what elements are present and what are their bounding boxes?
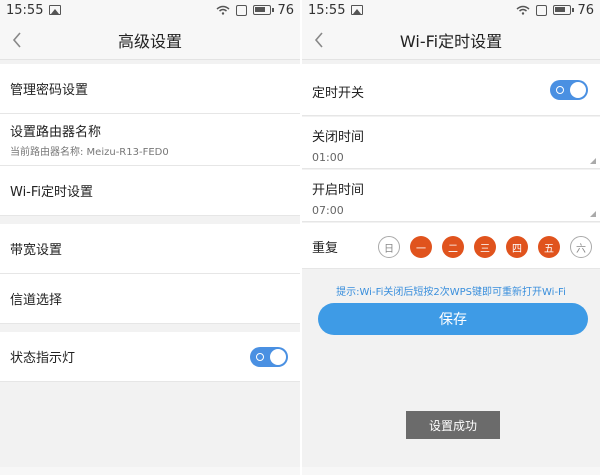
current-router-name: 当前路由器名称: Meizu-R13-FED0 xyxy=(10,147,169,158)
toggle-ring-icon xyxy=(256,353,264,361)
wifi-icon xyxy=(216,5,230,15)
save-button[interactable]: 保存 xyxy=(318,303,588,335)
image-notification-icon xyxy=(49,5,62,15)
status-bar: 15:55 76 xyxy=(0,0,300,20)
success-toast: 设置成功 xyxy=(406,411,500,439)
day-tuesday[interactable]: 二 xyxy=(442,236,464,258)
title-bar: 高级设置 xyxy=(0,20,300,60)
timer-switch-label: 定时开关 xyxy=(312,86,365,101)
battery-level: 76 xyxy=(277,2,294,18)
list-item-label: Wi-Fi定时设置 xyxy=(10,185,94,200)
open-time-label: 开启时间 xyxy=(312,183,365,198)
list-item-label: 设置路由器名称 xyxy=(10,125,102,140)
status-bar: 15:55 76 xyxy=(302,0,600,20)
list-item-label: 管理密码设置 xyxy=(10,83,89,98)
dropdown-corner-icon xyxy=(590,158,596,164)
section-gap xyxy=(0,216,300,224)
list-item-label: 信道选择 xyxy=(10,293,63,308)
list-item-label: 状态指示灯 xyxy=(10,351,76,366)
advanced-settings-screen: 15:55 76 高级设置 管理密码设置 设置路由器名称 当前路由器名称: Me… xyxy=(0,0,300,475)
battery-icon xyxy=(253,5,275,15)
day-wednesday[interactable]: 三 xyxy=(474,236,496,258)
toggle-knob xyxy=(570,82,586,98)
dropdown-corner-icon xyxy=(590,211,596,217)
notification-square-icon xyxy=(236,4,248,16)
close-time-row[interactable]: 关闭时间 01:00 xyxy=(302,117,600,169)
day-monday[interactable]: 一 xyxy=(410,236,432,258)
page-title: 高级设置 xyxy=(117,31,182,51)
image-notification-icon xyxy=(351,5,364,15)
bottom-bar xyxy=(302,467,600,475)
list-item-router-name[interactable]: 设置路由器名称 当前路由器名称: Meizu-R13-FED0 xyxy=(0,114,300,166)
wifi-icon xyxy=(516,5,530,15)
status-time: 15:55 xyxy=(6,2,44,18)
close-time-label: 关闭时间 xyxy=(312,130,365,145)
list-item-channel[interactable]: 信道选择 xyxy=(0,274,300,324)
notification-square-icon xyxy=(536,4,548,16)
toggle-ring-icon xyxy=(556,86,564,94)
list-item-label: 带宽设置 xyxy=(10,243,63,258)
open-time-value: 07:00 xyxy=(312,204,344,217)
list-item-wifi-timer[interactable]: Wi-Fi定时设置 xyxy=(0,166,300,216)
day-thursday[interactable]: 四 xyxy=(506,236,528,258)
section-gap xyxy=(0,324,300,332)
back-icon[interactable] xyxy=(12,28,32,52)
status-light-toggle[interactable] xyxy=(250,347,288,367)
list-item-bandwidth[interactable]: 带宽设置 xyxy=(0,224,300,274)
list-item-admin-password[interactable]: 管理密码设置 xyxy=(0,64,300,114)
page-title: Wi-Fi定时设置 xyxy=(399,31,503,51)
bottom-bar xyxy=(0,467,300,475)
battery-icon xyxy=(553,5,575,15)
repeat-row: 重复 日 一 二 三 四 五 六 xyxy=(302,223,600,269)
close-time-value: 01:00 xyxy=(312,151,344,164)
day-sunday[interactable]: 日 xyxy=(378,236,400,258)
status-time: 15:55 xyxy=(308,2,346,18)
open-time-row[interactable]: 开启时间 07:00 xyxy=(302,170,600,222)
list-item-status-light: 状态指示灯 xyxy=(0,332,300,382)
back-icon[interactable] xyxy=(314,28,334,52)
timer-switch-toggle[interactable] xyxy=(550,80,588,100)
timer-switch-row: 定时开关 xyxy=(302,64,600,116)
day-friday[interactable]: 五 xyxy=(538,236,560,258)
title-bar: Wi-Fi定时设置 xyxy=(302,20,600,60)
wifi-timer-screen: 15:55 76 Wi-Fi定时设置 定时开关 关闭时间 01:00 开启时间 … xyxy=(302,0,600,475)
battery-level: 76 xyxy=(577,2,594,18)
toggle-knob xyxy=(270,349,286,365)
day-saturday[interactable]: 六 xyxy=(570,236,592,258)
settings-list: 管理密码设置 设置路由器名称 当前路由器名称: Meizu-R13-FED0 W… xyxy=(0,64,300,382)
repeat-days: 日 一 二 三 四 五 六 xyxy=(378,236,592,258)
wps-hint: 提示:Wi-Fi关闭后短按2次WPS键即可重新打开Wi-Fi xyxy=(336,287,566,298)
